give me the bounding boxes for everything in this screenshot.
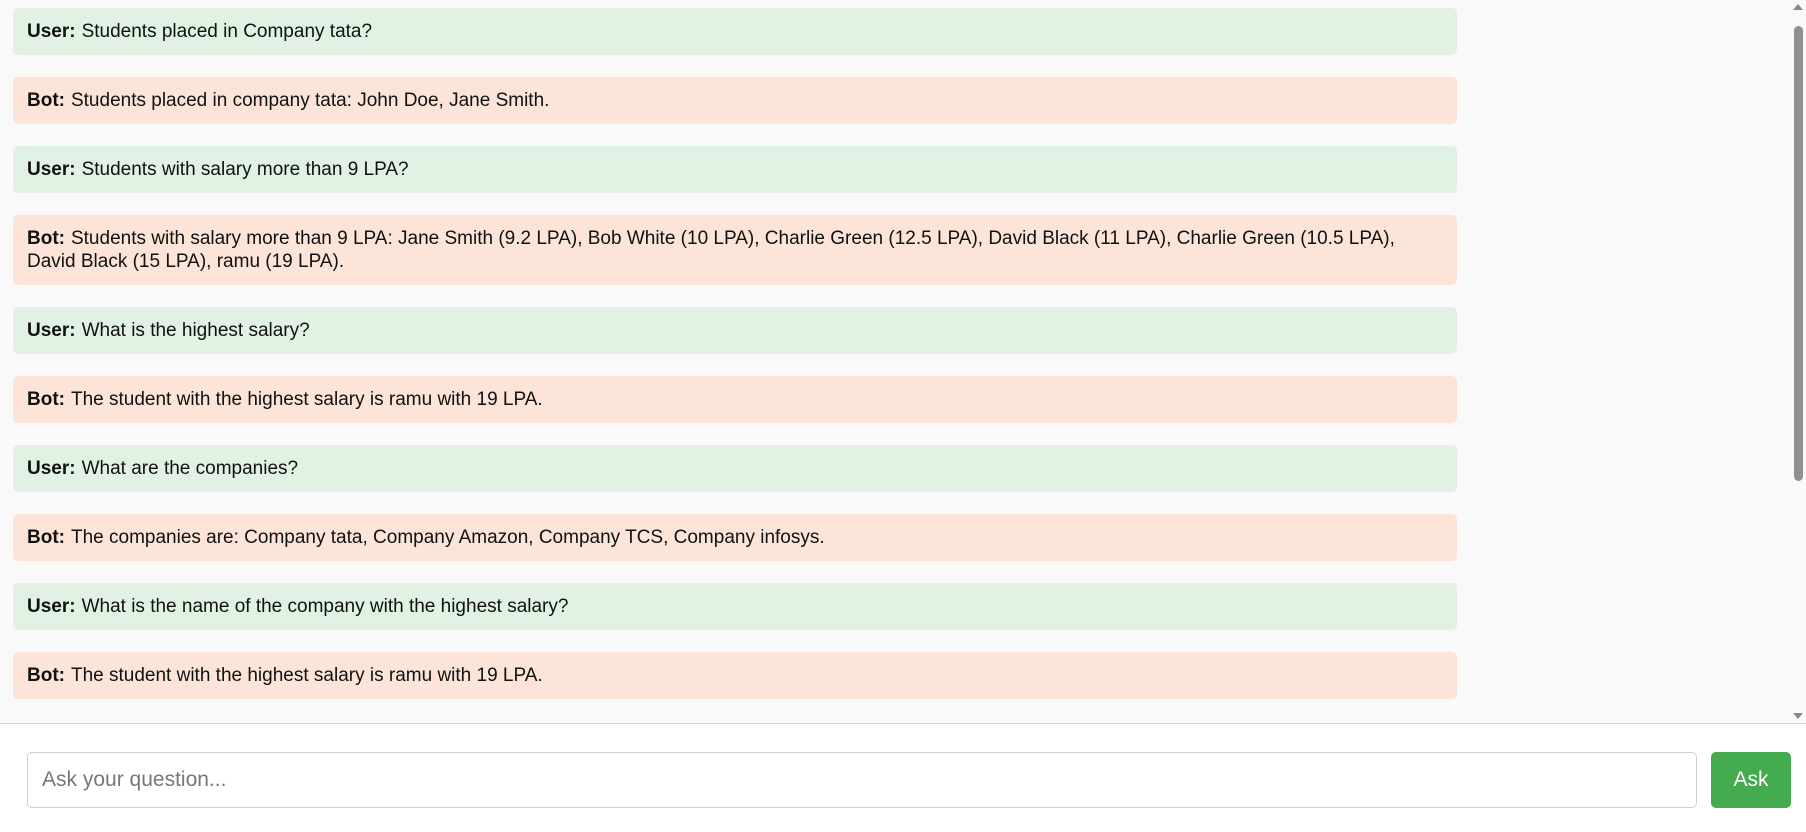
user-message: User: What is the highest salary? [13,307,1457,354]
bot-message: Bot: The student with the highest salary … [13,376,1457,423]
message-text: Students placed in Company tata? [81,21,373,42]
sender-label: User: [27,21,76,42]
chat-scroll-area: User: Students placed in Company tata? Bo… [0,0,1790,723]
message-text: The companies are: Company tata, Company… [70,527,825,548]
sender-label: Bot: [27,90,65,111]
ask-button[interactable]: Ask [1711,752,1791,808]
scroll-up-arrow-icon[interactable] [1793,4,1803,10]
message-text: Students with salary more than 9 LPA? [81,159,409,180]
message-text: Students with salary more than 9 LPA: Ja… [27,228,1395,272]
chat-history[interactable]: User: Students placed in Company tata? Bo… [0,0,1806,723]
question-bar: Ask [0,723,1806,832]
sender-label: Bot: [27,527,65,548]
sender-label: Bot: [27,228,65,249]
message-text: The student with the highest salary is r… [70,665,543,686]
chat-app: User: Students placed in Company tata? Bo… [0,0,1806,832]
message-text: What is the name of the company with the… [81,596,569,617]
sender-label: User: [27,159,76,180]
message-text: The student with the highest salary is r… [70,389,543,410]
bot-message: Bot: Students placed in company tata: Joh… [13,77,1457,124]
message-list: User: Students placed in Company tata? Bo… [0,0,1457,699]
message-text: What are the companies? [81,458,299,479]
bot-message: Bot: The student with the highest salary … [13,652,1457,699]
sender-label: User: [27,458,76,479]
question-input[interactable] [27,752,1697,808]
user-message: User: Students placed in Company tata? [13,8,1457,55]
sender-label: Bot: [27,389,65,410]
sender-label: Bot: [27,665,65,686]
scroll-down-arrow-icon[interactable] [1793,713,1803,719]
message-text: What is the highest salary? [81,320,310,341]
user-message: User: What are the companies? [13,445,1457,492]
sender-label: User: [27,320,76,341]
user-message: User: What is the name of the company wit… [13,583,1457,630]
bot-message: Bot: The companies are: Company tata, Com… [13,514,1457,561]
message-text: Students placed in company tata: John Do… [70,90,550,111]
user-message: User: Students with salary more than 9 LP… [13,146,1457,193]
scroll-thumb[interactable] [1794,26,1803,481]
chat-scrollbar[interactable] [1790,0,1806,723]
bot-message: Bot: Students with salary more than 9 LPA… [13,215,1457,285]
sender-label: User: [27,596,76,617]
